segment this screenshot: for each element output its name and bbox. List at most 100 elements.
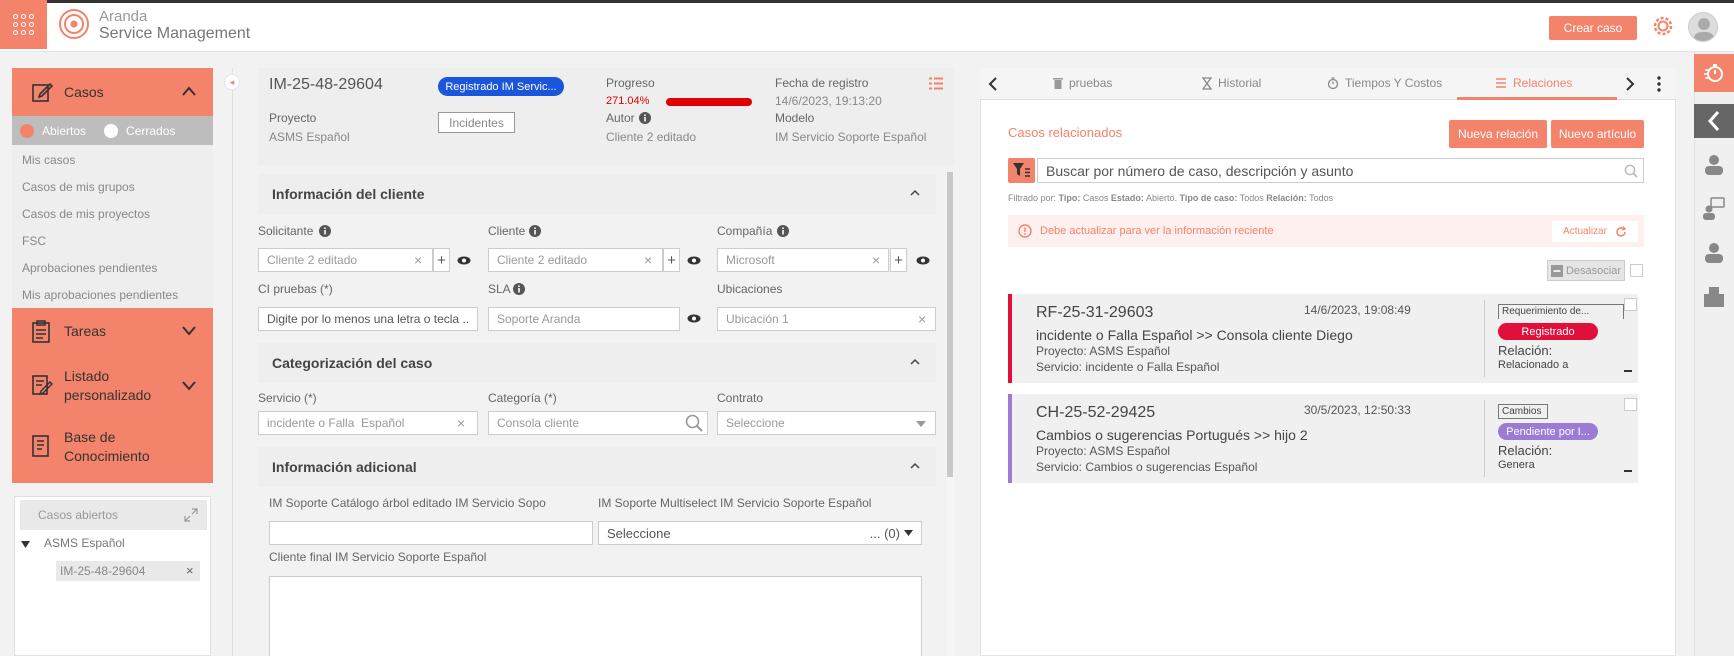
relation-checkbox[interactable] — [1624, 398, 1637, 411]
apps-grid-button[interactable] — [0, 0, 47, 49]
additional-section-header[interactable]: Información adicional — [258, 447, 936, 487]
tab-pruebas[interactable]: pruebas — [1053, 76, 1112, 90]
menu-base-conocimiento[interactable]: Base de Conocimiento — [12, 418, 213, 478]
info-icon[interactable] — [777, 225, 789, 237]
collapse-dash-icon[interactable] — [1624, 370, 1632, 372]
sla-input[interactable]: Soporte Aranda — [488, 307, 680, 331]
close-icon[interactable]: × — [186, 563, 194, 578]
tab-relaciones[interactable]: Relaciones — [1495, 76, 1572, 90]
final-client-textarea[interactable] — [269, 576, 922, 656]
multiselect-select[interactable]: Seleccione ... (0) — [598, 521, 922, 545]
caret-down-icon[interactable] — [21, 540, 30, 549]
ubicaciones-input[interactable]: Ubicación 1 — [717, 307, 936, 331]
submenu-item[interactable]: Casos de mis grupos — [12, 174, 213, 201]
relation-project: Proyecto: ASMS Español — [1036, 344, 1171, 358]
submenu-item[interactable]: Mis aprobaciones pendientes — [12, 282, 213, 309]
compania-input[interactable]: Microsoft — [717, 248, 889, 272]
menu-casos[interactable]: Casos — [12, 68, 213, 116]
info-icon[interactable] — [639, 112, 651, 124]
eye-icon[interactable] — [687, 314, 701, 323]
clear-icon[interactable]: × — [872, 252, 880, 268]
submenu-item[interactable]: Aprobaciones pendientes — [12, 255, 213, 282]
filter-button[interactable] — [1008, 158, 1035, 183]
right-rail — [1694, 52, 1734, 656]
person-icon-2[interactable] — [1702, 240, 1726, 264]
categoria-input[interactable]: Consola cliente — [488, 411, 708, 435]
chevron-left-icon[interactable] — [988, 77, 998, 91]
progress-track — [666, 98, 752, 106]
catalog-input[interactable] — [269, 521, 593, 545]
info-icon[interactable] — [319, 225, 331, 237]
categorization-section-header[interactable]: Categorización del caso — [258, 343, 936, 383]
collapse-toggle[interactable]: ◂ — [224, 74, 240, 90]
person-chat-icon[interactable] — [1702, 196, 1726, 220]
clear-icon[interactable]: × — [414, 252, 422, 268]
clear-icon[interactable]: × — [918, 311, 926, 327]
clear-icon[interactable]: × — [457, 415, 465, 431]
create-case-button[interactable]: Crear caso — [1549, 16, 1637, 40]
chevron-right-icon[interactable] — [1625, 77, 1635, 91]
building-icon[interactable] — [1702, 284, 1726, 308]
person-icon[interactable] — [1702, 152, 1726, 176]
form-scrollbar-thumb[interactable] — [947, 172, 953, 477]
tab-tiempos-costos[interactable]: Tiempos Y Costos — [1327, 76, 1442, 90]
kebab-menu-icon[interactable] — [1657, 76, 1661, 92]
gear-icon[interactable] — [1650, 13, 1676, 39]
disassociate-label: Desasociar — [1565, 264, 1622, 277]
eye-icon[interactable] — [687, 256, 701, 265]
info-icon[interactable] — [529, 225, 541, 237]
menu-tareas[interactable]: Tareas — [12, 308, 213, 353]
radio-closed[interactable] — [104, 123, 119, 138]
categoria-label: Categoría (*) — [488, 391, 557, 405]
new-relation-button[interactable]: Nueva relación — [1449, 120, 1547, 148]
eye-icon[interactable] — [457, 256, 471, 265]
clear-icon[interactable]: × — [644, 252, 652, 268]
disassociate-button[interactable]: Desasociar — [1547, 260, 1625, 281]
case-type-badge: Incidentes — [438, 112, 515, 133]
list-icon[interactable] — [929, 77, 943, 90]
relation-checkbox[interactable] — [1624, 298, 1637, 311]
submenu-item[interactable]: FSC — [12, 228, 213, 255]
eye-icon[interactable] — [916, 256, 930, 265]
servicio-input[interactable]: incidente o Falla Español — [258, 411, 478, 435]
collapse-dash-icon[interactable] — [1624, 470, 1632, 472]
tree-project[interactable]: ASMS Español — [44, 536, 125, 550]
tree-case-chip[interactable]: IM-25-48-29604 × — [56, 561, 200, 581]
client-section-title: Información del cliente — [272, 186, 425, 202]
select-all-checkbox[interactable] — [1630, 264, 1643, 277]
info-icon[interactable] — [513, 283, 525, 295]
add-cliente-button[interactable]: + — [663, 248, 680, 272]
relations-search-input[interactable]: Buscar por número de caso, descripción y… — [1037, 158, 1644, 183]
menu-listado[interactable]: Listado personalizado — [12, 353, 213, 418]
relation-card[interactable]: RF-25-31-29603 14/6/2023, 19:08:49 incid… — [1008, 294, 1638, 383]
add-solicitante-button[interactable]: + — [433, 248, 450, 272]
rail-timer-button[interactable] — [1694, 54, 1734, 92]
contrato-select[interactable]: Seleccione — [717, 411, 936, 435]
case-state-badge[interactable]: Registrado IM Servic... — [438, 77, 564, 96]
submenu-item[interactable]: Casos de mis proyectos — [12, 201, 213, 228]
relation-card[interactable]: CH-25-52-29425 30/5/2023, 12:50:33 Cambi… — [1008, 394, 1638, 483]
filter-key: Relación: — [1266, 193, 1307, 203]
tab-historial[interactable]: Historial — [1202, 76, 1261, 90]
relation-case-id[interactable]: CH-25-52-29425 — [1036, 404, 1155, 422]
client-section-header[interactable]: Información del cliente — [258, 174, 936, 214]
submenu-item[interactable]: Mis casos — [12, 147, 213, 174]
rail-collapse-button[interactable] — [1694, 104, 1734, 138]
relation-case-id[interactable]: RF-25-31-29603 — [1036, 304, 1153, 322]
solicitante-input[interactable]: Cliente 2 editado — [258, 248, 433, 272]
form-scrollbar[interactable] — [946, 172, 954, 656]
ci-input[interactable]: Digite por lo menos una letra o tecla ..… — [258, 307, 478, 331]
model-value: IM Servicio Soporte Español — [775, 130, 927, 144]
user-avatar[interactable] — [1688, 12, 1718, 42]
cliente-input[interactable]: Cliente 2 editado — [488, 248, 663, 272]
search-icon[interactable] — [1624, 164, 1638, 178]
expand-icon[interactable] — [184, 508, 198, 522]
radio-open[interactable] — [20, 123, 34, 138]
tab-historial-label: Historial — [1218, 76, 1262, 90]
add-compania-button[interactable]: + — [890, 248, 907, 272]
stopwatch-icon — [1327, 77, 1339, 89]
new-article-button[interactable]: Nuevo artículo — [1551, 120, 1644, 148]
refresh-button[interactable]: Actualizar — [1552, 221, 1638, 242]
search-icon[interactable] — [685, 414, 703, 432]
ci-label: CI pruebas (*) — [258, 282, 333, 296]
